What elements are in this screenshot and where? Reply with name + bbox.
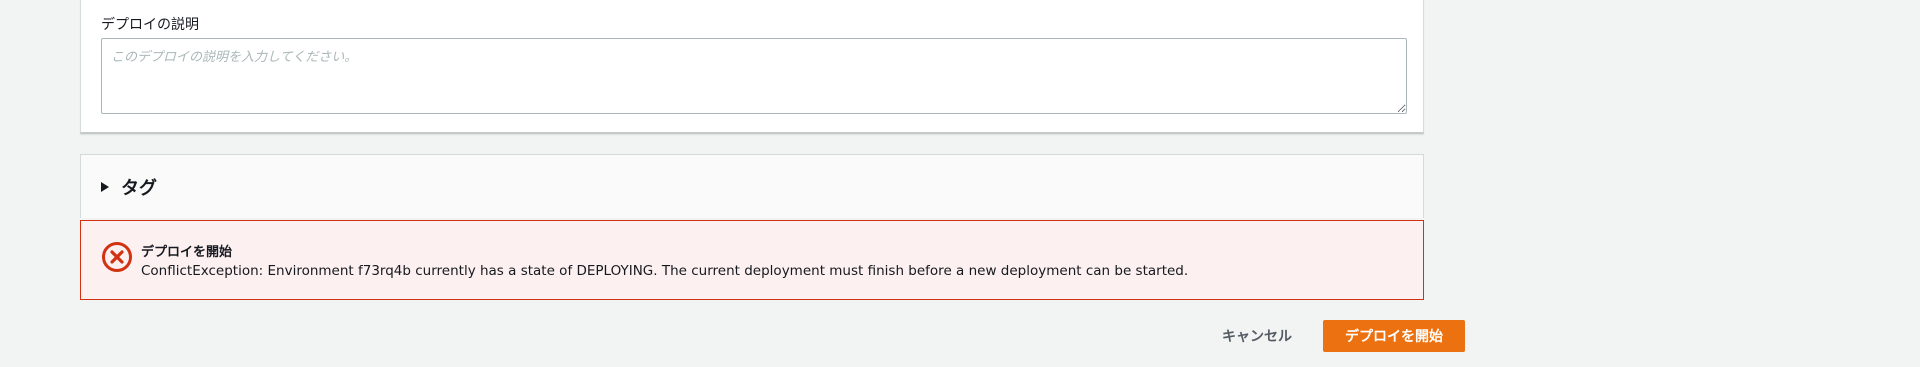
deployment-description-panel: デプロイの説明 (80, 0, 1424, 134)
error-circle-x-icon (102, 242, 132, 272)
alert-title: デプロイを開始 (141, 245, 233, 260)
cancel-button[interactable]: キャンセル (1210, 319, 1304, 352)
start-deployment-button[interactable]: デプロイを開始 (1323, 320, 1465, 352)
main-content: デプロイの説明 タグ デプロイを開始 ConflictException: En… (40, 0, 1920, 367)
error-alert: デプロイを開始 ConflictException: Environment f… (80, 220, 1424, 300)
tags-title: タグ (121, 178, 157, 199)
tags-toggle[interactable]: タグ (101, 155, 157, 219)
alert-message: ConflictException: Environment f73rq4b c… (141, 263, 1189, 279)
description-label: デプロイの説明 (101, 17, 199, 33)
description-textarea[interactable] (101, 38, 1407, 114)
tags-panel: タグ (80, 154, 1424, 218)
caret-right-icon (101, 182, 109, 192)
left-nav-rail (0, 0, 41, 367)
